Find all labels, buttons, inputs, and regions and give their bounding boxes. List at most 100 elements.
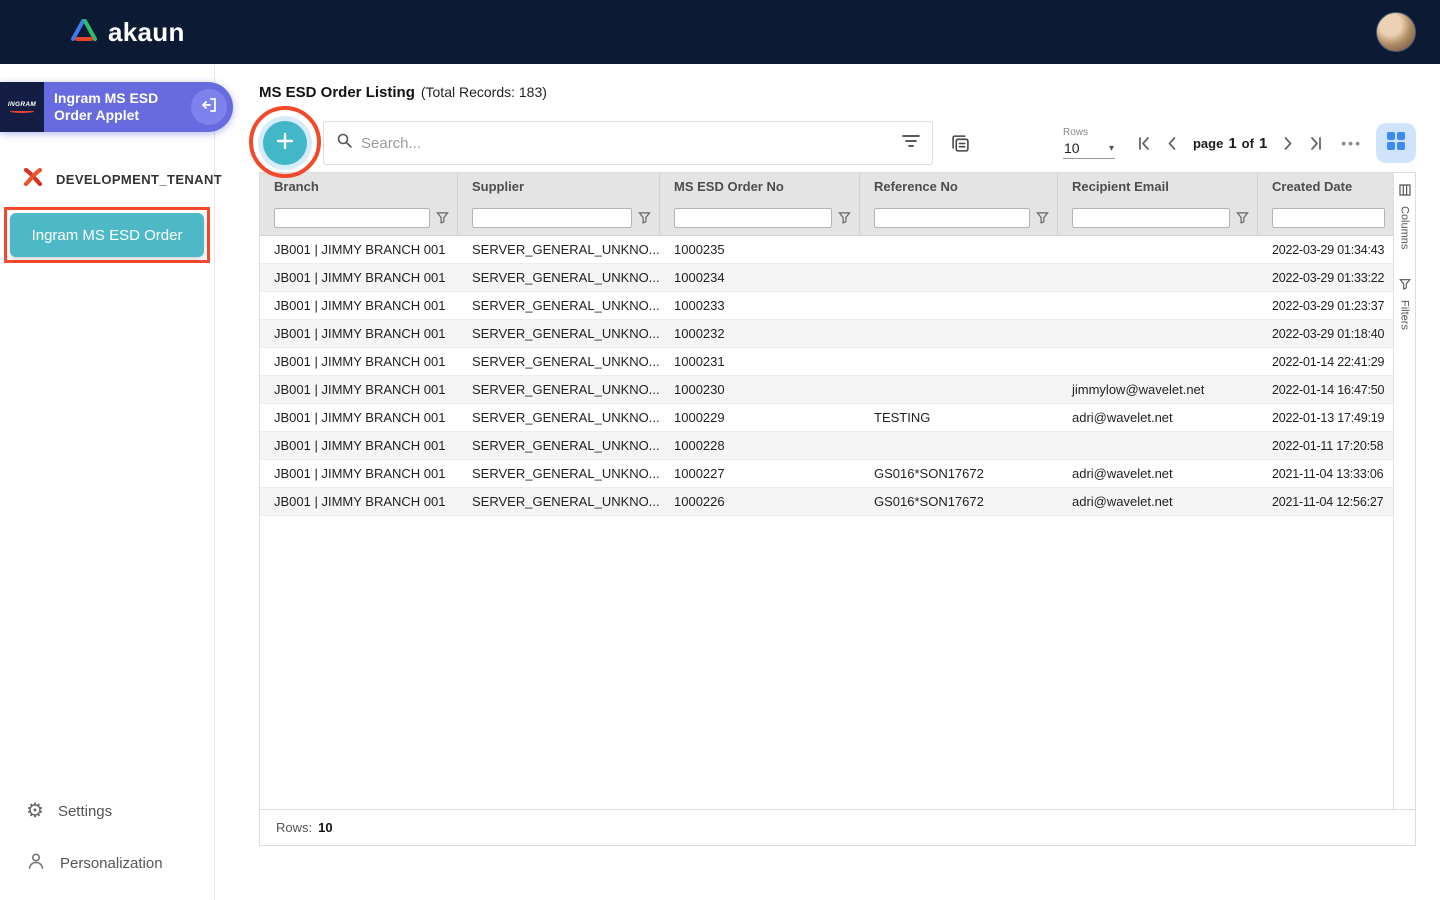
column-header-supplier[interactable]: Supplier — [458, 173, 660, 200]
filter-input-supplier[interactable] — [472, 208, 632, 228]
cell-order-no: 1000234 — [660, 270, 860, 285]
table-row[interactable]: JB001 | JIMMY BRANCH 001 SERVER_GENERAL_… — [260, 460, 1393, 488]
cell-created-date: 2022-03-29 01:23:37 — [1258, 299, 1393, 313]
filters-panel-toggle[interactable]: Filters — [1399, 277, 1411, 330]
cell-supplier: SERVER_GENERAL_UNKNO... — [458, 298, 660, 313]
cell-branch: JB001 | JIMMY BRANCH 001 — [260, 410, 458, 425]
column-header-reference-no[interactable]: Reference No — [860, 173, 1058, 200]
next-page-button[interactable] — [1275, 130, 1299, 156]
ingram-logo-icon: INGRAM — [0, 82, 44, 132]
filter-input-branch[interactable] — [274, 208, 430, 228]
columns-label: Columns — [1399, 206, 1411, 249]
table-row[interactable]: JB001 | JIMMY BRANCH 001 SERVER_GENERAL_… — [260, 320, 1393, 348]
sidebar-item-personalization[interactable]: Personalization — [0, 836, 214, 890]
funnel-icon[interactable] — [436, 211, 449, 224]
cell-created-date: 2022-03-29 01:18:40 — [1258, 327, 1393, 341]
cell-supplier: SERVER_GENERAL_UNKNO... — [458, 494, 660, 509]
cell-recipient-email: adri@wavelet.net — [1058, 466, 1258, 481]
table-row[interactable]: JB001 | JIMMY BRANCH 001 SERVER_GENERAL_… — [260, 348, 1393, 376]
cell-created-date: 2022-03-29 01:33:22 — [1258, 271, 1393, 285]
cell-branch: JB001 | JIMMY BRANCH 001 — [260, 354, 458, 369]
cell-order-no: 1000226 — [660, 494, 860, 509]
cell-created-date: 2021-11-04 12:56:27 — [1258, 495, 1393, 509]
akaun-triangle-icon — [70, 18, 98, 47]
funnel-icon[interactable] — [638, 211, 651, 224]
cell-branch: JB001 | JIMMY BRANCH 001 — [260, 382, 458, 397]
search-input[interactable] — [361, 135, 894, 152]
cell-supplier: SERVER_GENERAL_UNKNO... — [458, 270, 660, 285]
cell-supplier: SERVER_GENERAL_UNKNO... — [458, 354, 660, 369]
table-empty-area — [260, 516, 1393, 809]
user-avatar[interactable] — [1376, 12, 1416, 52]
rows-value: 10 — [1064, 140, 1080, 156]
cell-recipient-email: jimmylow@wavelet.net — [1058, 382, 1258, 397]
table-row[interactable]: JB001 | JIMMY BRANCH 001 SERVER_GENERAL_… — [260, 432, 1393, 460]
funnel-icon[interactable] — [838, 211, 851, 224]
cell-created-date: 2022-01-14 22:41:29 — [1258, 355, 1393, 369]
gear-icon: ⚙ — [26, 801, 44, 821]
cell-supplier: SERVER_GENERAL_UNKNO... — [458, 438, 660, 453]
table-footer: Rows: 10 — [260, 809, 1415, 845]
grid-view-button[interactable] — [1376, 123, 1416, 163]
sidebar-item-ingram-ms-esd-order[interactable]: Ingram MS ESD Order — [10, 213, 204, 257]
cell-recipient-email: adri@wavelet.net — [1058, 410, 1258, 425]
personalization-label: Personalization — [60, 855, 163, 872]
logout-icon — [200, 96, 218, 119]
applet-header[interactable]: INGRAM Ingram MS ESD Order Applet — [0, 82, 233, 132]
cell-branch: JB001 | JIMMY BRANCH 001 — [260, 326, 458, 341]
table-filter-row — [260, 200, 1393, 236]
search-bar[interactable] — [323, 121, 933, 165]
settings-label: Settings — [58, 803, 112, 820]
prev-page-button[interactable] — [1161, 130, 1185, 156]
duplicate-icon[interactable] — [951, 134, 970, 153]
toolbar: Rows 10 ▾ page — [259, 114, 1416, 172]
footer-rows-value: 10 — [318, 820, 332, 835]
column-header-created-date[interactable]: Created Date — [1258, 173, 1393, 200]
cell-supplier: SERVER_GENERAL_UNKNO... — [458, 410, 660, 425]
annotation-rect: Ingram MS ESD Order — [4, 207, 210, 263]
table-row[interactable]: JB001 | JIMMY BRANCH 001 SERVER_GENERAL_… — [260, 376, 1393, 404]
cell-order-no: 1000227 — [660, 466, 860, 481]
cell-order-no: 1000235 — [660, 242, 860, 257]
filter-input-created-date[interactable] — [1272, 208, 1385, 228]
tenant-row[interactable]: DEVELOPMENT_TENANT — [0, 166, 214, 193]
plus-icon — [275, 131, 295, 156]
cell-created-date: 2022-01-11 17:20:58 — [1258, 439, 1393, 453]
filter-input-recipient-email[interactable] — [1072, 208, 1230, 228]
cell-branch: JB001 | JIMMY BRANCH 001 — [260, 466, 458, 481]
sidebar-item-settings[interactable]: ⚙ Settings — [0, 786, 214, 836]
cell-order-no: 1000233 — [660, 298, 860, 313]
column-header-recipient-email[interactable]: Recipient Email — [1058, 173, 1258, 200]
person-icon — [26, 851, 46, 875]
funnel-icon[interactable] — [1236, 211, 1249, 224]
filter-list-icon[interactable] — [902, 134, 920, 153]
more-options-button[interactable]: ••• — [1341, 135, 1362, 151]
funnel-icon[interactable] — [1036, 211, 1049, 224]
cell-supplier: SERVER_GENERAL_UNKNO... — [458, 466, 660, 481]
cell-order-no: 1000230 — [660, 382, 860, 397]
cell-created-date: 2022-03-29 01:34:43 — [1258, 243, 1393, 257]
add-record-button[interactable] — [263, 121, 307, 165]
table-row[interactable]: JB001 | JIMMY BRANCH 001 SERVER_GENERAL_… — [260, 292, 1393, 320]
main-content: MS ESD Order Listing (Total Records: 183… — [215, 64, 1440, 900]
chevron-down-icon: ▾ — [1109, 143, 1114, 154]
first-page-button[interactable] — [1133, 130, 1157, 156]
column-header-branch[interactable]: Branch — [260, 173, 458, 200]
table-row[interactable]: JB001 | JIMMY BRANCH 001 SERVER_GENERAL_… — [260, 404, 1393, 432]
last-page-button[interactable] — [1303, 130, 1327, 156]
table-row[interactable]: JB001 | JIMMY BRANCH 001 SERVER_GENERAL_… — [260, 236, 1393, 264]
cell-reference-no: GS016*SON17672 — [860, 466, 1058, 481]
exit-applet-button[interactable] — [191, 89, 227, 125]
table-row[interactable]: JB001 | JIMMY BRANCH 001 SERVER_GENERAL_… — [260, 488, 1393, 516]
column-header-order-no[interactable]: MS ESD Order No — [660, 173, 860, 200]
funnel-icon — [1399, 277, 1411, 295]
filter-input-order-no[interactable] — [674, 208, 832, 228]
table-row[interactable]: JB001 | JIMMY BRANCH 001 SERVER_GENERAL_… — [260, 264, 1393, 292]
cell-order-no: 1000231 — [660, 354, 860, 369]
filter-input-reference-no[interactable] — [874, 208, 1030, 228]
rows-per-page-select[interactable]: Rows 10 ▾ — [1063, 127, 1115, 159]
cell-created-date: 2022-01-13 17:49:19 — [1258, 411, 1393, 425]
table-header-row: Branch Supplier MS ESD Order No Referenc… — [260, 173, 1393, 200]
columns-panel-toggle[interactable]: Columns — [1399, 183, 1411, 249]
tenant-name: DEVELOPMENT_TENANT — [56, 172, 222, 187]
